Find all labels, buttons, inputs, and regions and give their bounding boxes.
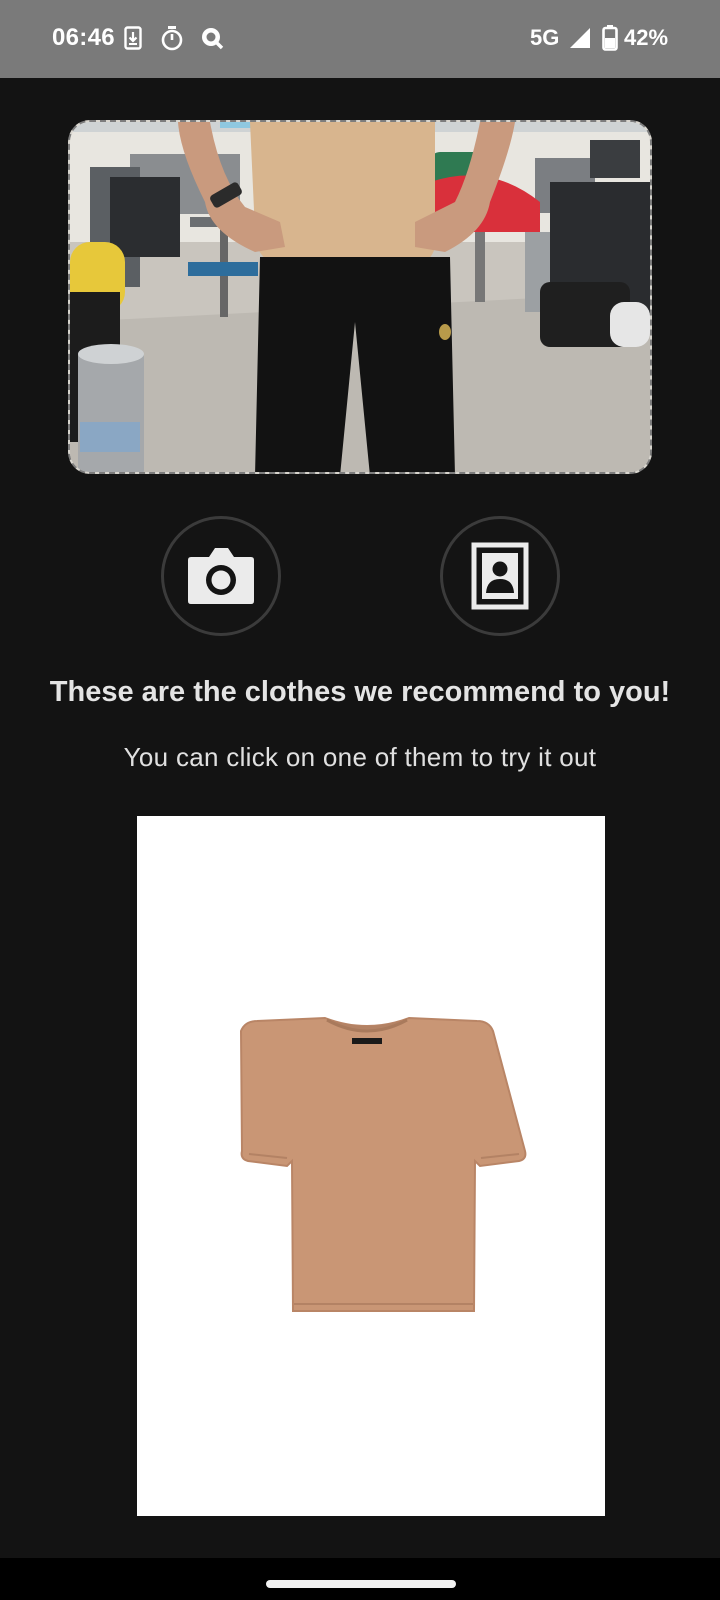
status-time: 06:46 [52,24,115,51]
signal-icon [568,27,592,54]
camera-button[interactable] [161,516,281,636]
status-bar: 06:46 5G 42% [0,0,720,78]
user-photo-preview[interactable] [68,120,652,474]
network-type: 5G [530,25,560,50]
recommendation-title: These are the clothes we recommend to yo… [49,676,671,708]
search-notification-icon [200,26,224,55]
home-gesture-handle[interactable] [266,1580,456,1588]
timer-icon [160,25,184,56]
battery-icon [602,25,618,56]
t-shirt-image [239,1016,527,1312]
battery-percentage: 42% [624,25,669,50]
camera-icon [188,548,254,604]
navigation-bar [0,1558,720,1600]
gallery-portrait-icon [471,542,529,610]
recommended-item-card[interactable] [137,816,605,1516]
recommendation-subtitle: You can click on one of them to try it o… [123,742,597,772]
download-notification-icon [124,26,142,55]
gallery-button[interactable] [440,516,560,636]
